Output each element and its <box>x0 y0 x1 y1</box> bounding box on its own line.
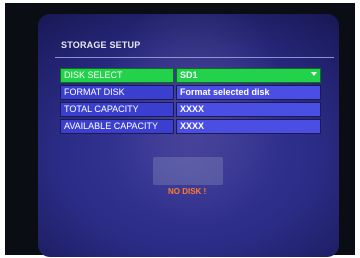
screen-reflection <box>153 157 223 185</box>
disk-select-value: SD1 <box>180 70 198 80</box>
available-capacity-label: AVAILABLE CAPACITY <box>60 119 174 134</box>
available-capacity-value: XXXX <box>176 119 321 134</box>
title-divider <box>55 57 334 58</box>
total-capacity-value: XXXX <box>176 102 321 117</box>
disk-select-row[interactable]: DISK SELECT SD1 <box>60 68 321 83</box>
status-message: NO DISK ! <box>168 187 207 196</box>
chevron-down-icon[interactable] <box>311 72 317 76</box>
format-disk-row[interactable]: FORMAT DISK Format selected disk <box>60 85 321 100</box>
page-title: STORAGE SETUP <box>61 40 141 50</box>
storage-setup-screen: STORAGE SETUP DISK SELECT SD1 FORMAT DIS… <box>38 14 339 257</box>
format-disk-button[interactable]: Format selected disk <box>176 85 321 100</box>
available-capacity-row: AVAILABLE CAPACITY XXXX <box>60 119 321 134</box>
monitor-frame: STORAGE SETUP DISK SELECT SD1 FORMAT DIS… <box>5 3 355 257</box>
disk-select-label: DISK SELECT <box>60 68 174 83</box>
disk-select-dropdown[interactable]: SD1 <box>176 68 321 83</box>
total-capacity-row: TOTAL CAPACITY XXXX <box>60 102 321 117</box>
total-capacity-label: TOTAL CAPACITY <box>60 102 174 117</box>
format-disk-label: FORMAT DISK <box>60 85 174 100</box>
